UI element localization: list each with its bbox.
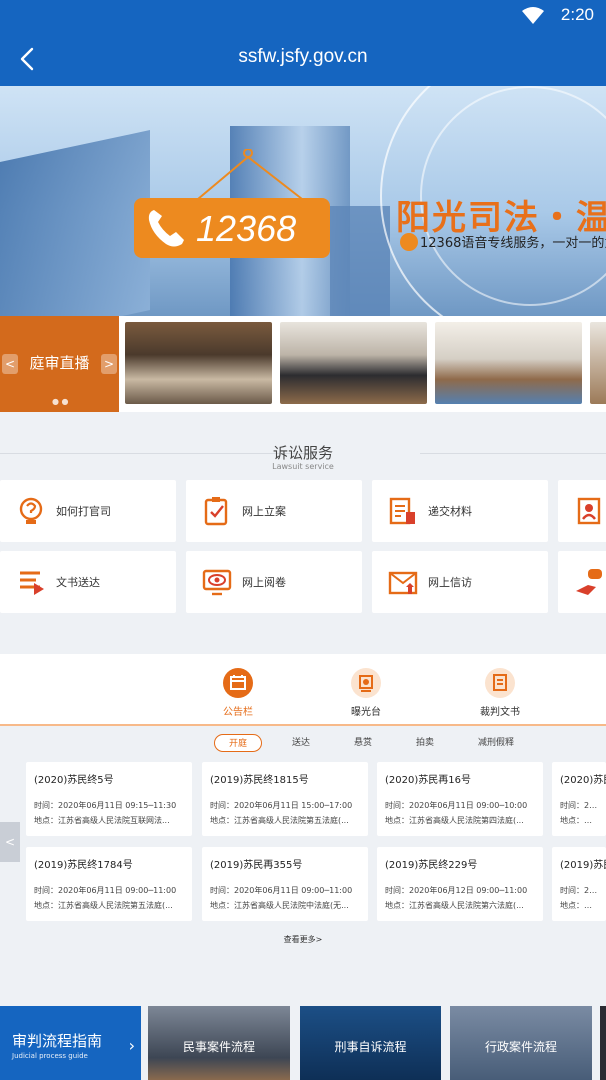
admin-process-card[interactable]: 行政案件流程 xyxy=(450,1006,592,1080)
service-card[interactable] xyxy=(558,551,606,613)
eye-monitor-icon xyxy=(202,569,232,596)
live-thumbnail[interactable] xyxy=(280,322,427,404)
calendar-icon xyxy=(223,668,253,698)
view-more-link[interactable]: 查看更多> xyxy=(0,934,606,945)
question-icon xyxy=(19,497,43,524)
hearing-card[interactable]: (2019)苏民终1815号 时间：2020年06月11日 15:00─17:0… xyxy=(202,762,368,836)
hero-banner[interactable]: 12368 阳光司法・温暖 12368语音专线服务，一对一的为 xyxy=(0,86,606,316)
live-thumbnail[interactable] xyxy=(590,322,606,404)
page-url-title: ssfw.jsfy.gov.cn xyxy=(238,46,368,67)
trial-live-strip: < 庭审直播 > ● ● xyxy=(0,316,606,412)
person-file-icon xyxy=(577,497,601,525)
wifi-icon xyxy=(522,7,544,24)
subtab-commutation[interactable]: 减刑假释 xyxy=(470,734,522,752)
trial-live-label[interactable]: < 庭审直播 > ● ● xyxy=(0,316,119,412)
status-time: 2:20 xyxy=(560,5,594,24)
live-thumbnail[interactable] xyxy=(435,322,582,404)
hearing-cards: (2020)苏民终5号 时间：2020年06月11日 09:15─11:30 地… xyxy=(0,760,606,958)
headset-icon xyxy=(400,233,418,251)
mail-icon xyxy=(388,571,418,595)
civil-process-card[interactable]: 民事案件流程 xyxy=(148,1006,290,1080)
service-card[interactable] xyxy=(558,480,606,542)
service-card[interactable]: 网上立案 xyxy=(186,480,362,542)
criminal-process-card[interactable]: 刑事自诉流程 xyxy=(300,1006,441,1080)
hotline-number: 12368 xyxy=(196,208,297,249)
guide-card-partial[interactable] xyxy=(600,1006,606,1080)
banner-building xyxy=(0,130,150,316)
tab-exposure[interactable]: 曝光台 xyxy=(306,668,426,718)
tab-judgments[interactable]: 裁判文书 xyxy=(440,668,560,718)
subtab-auction[interactable]: 拍卖 xyxy=(406,734,444,752)
chat-hand-icon xyxy=(576,569,602,595)
hearing-card[interactable]: (2019)苏民终229号 时间：2020年06月12日 09:00─11:00… xyxy=(377,847,543,921)
service-card[interactable]: 网上信访 xyxy=(372,551,548,613)
process-guide-card[interactable]: 审判流程指南 Judicial process guide › xyxy=(0,1006,141,1080)
prev-cards-arrow-icon[interactable]: < xyxy=(0,822,20,862)
next-arrow-icon[interactable]: > xyxy=(101,354,117,374)
send-doc-icon xyxy=(20,571,44,595)
banner-subtitle: 12368语音专线服务，一对一的为 xyxy=(400,232,606,251)
live-thumbnail[interactable] xyxy=(125,322,272,404)
hearing-card[interactable]: (2020)苏民终5号 时间：2020年06月11日 09:15─11:30 地… xyxy=(26,762,192,836)
carousel-dots: ● ● xyxy=(52,397,69,406)
chevron-right-icon: › xyxy=(128,1036,135,1055)
document-icon xyxy=(389,497,415,525)
hearing-card[interactable]: (2020)苏民 时间：2020 地点：江苏省 xyxy=(552,762,606,836)
service-card[interactable]: 网上阅卷 xyxy=(186,551,362,613)
subtab-reward[interactable]: 悬赏 xyxy=(344,734,382,752)
phone-icon xyxy=(148,210,184,247)
service-card[interactable]: 如何打官司 xyxy=(0,480,176,542)
service-card[interactable]: 文书送达 xyxy=(0,551,176,613)
subtab-service[interactable]: 送达 xyxy=(282,734,320,752)
banner-building xyxy=(330,206,390,316)
subtab-hearing[interactable]: 开庭 xyxy=(214,734,262,752)
hearing-card[interactable]: (2019)苏民再355号 时间：2020年06月11日 09:00─11:00… xyxy=(202,847,368,921)
hearing-card[interactable]: (2020)苏民再16号 时间：2020年06月11日 09:00─10:00 … xyxy=(377,762,543,836)
clipboard-icon xyxy=(204,497,228,526)
section-title: 诉讼服务 Lawsuit service xyxy=(272,444,334,471)
exposure-icon xyxy=(351,668,381,698)
judgment-doc-icon xyxy=(485,668,515,698)
notice-subtabs: 开庭 送达 悬赏 拍卖 减刑假释 xyxy=(0,726,606,760)
service-card[interactable]: 递交材料 xyxy=(372,480,548,542)
tab-bulletin[interactable]: 公告栏 xyxy=(178,668,298,718)
notice-panel: 公告栏 曝光台 裁判文书 开庭 送达 悬赏 拍卖 减刑假释 (2020)苏民终5… xyxy=(0,654,606,958)
hearing-card[interactable]: (2019)苏民终1784号 时间：2020年06月11日 09:00─11:0… xyxy=(26,847,192,921)
hearing-card[interactable]: (2019)苏民 时间：2020 地点：江苏省 xyxy=(552,847,606,921)
status-bar: 2:20 xyxy=(0,0,606,32)
app-bar: ssfw.jsfy.gov.cn xyxy=(0,32,606,86)
hotline-sign: 12368 xyxy=(134,198,330,258)
